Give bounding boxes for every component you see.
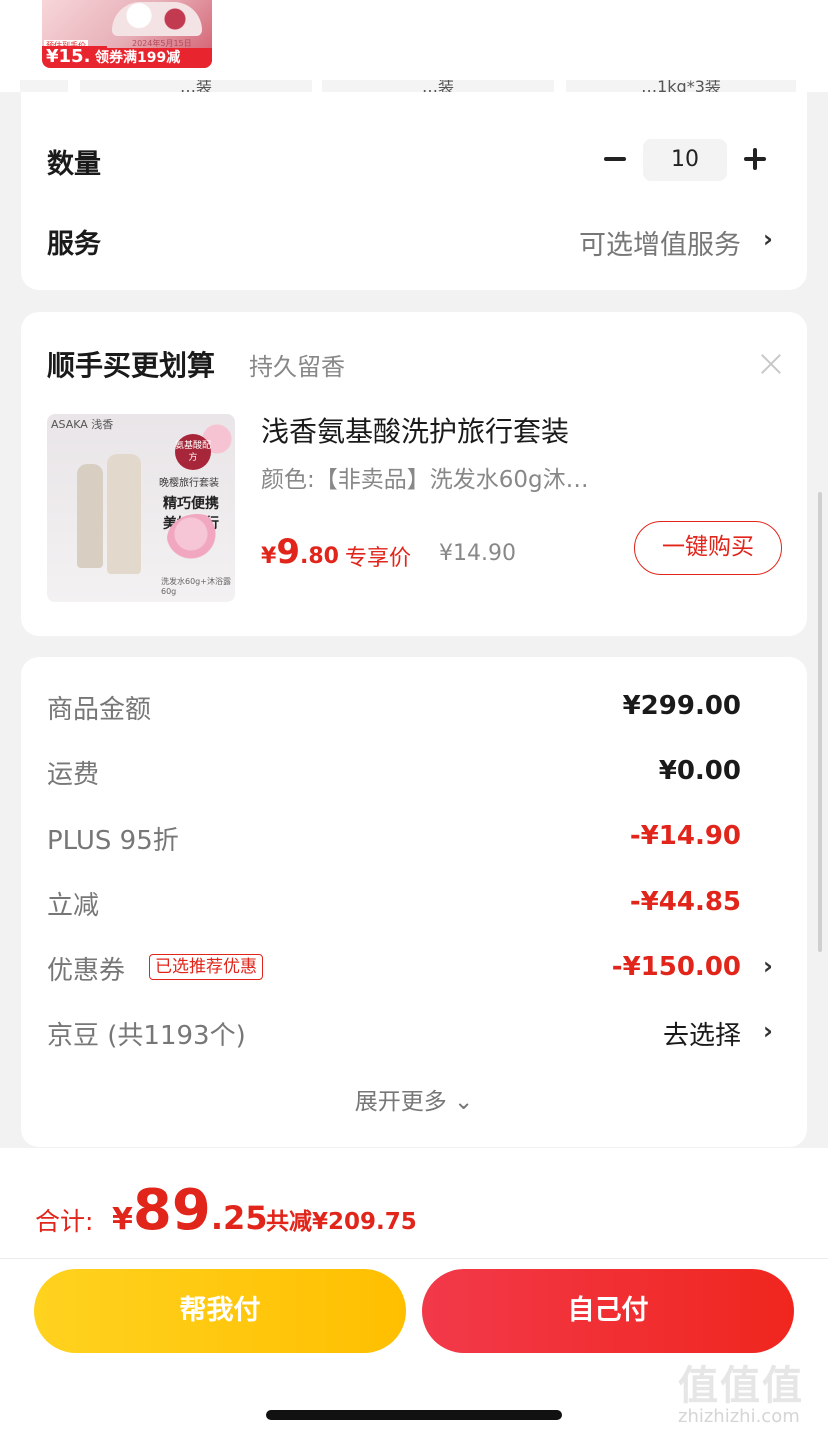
watermark-url: zhizhizhi.com [678, 1406, 800, 1427]
promo-coupon: 领券满199减100 [90, 48, 212, 68]
product-image-seal: 氨基酸配方 [175, 434, 211, 470]
total-symbol: ¥ [112, 1202, 133, 1237]
recommend-card: 顺手买更划算 持久留香 ASAKA 浅香 氨基酸配方 晚樱旅行套装 精巧便携 美… [21, 312, 807, 636]
total-price: ¥89.25 [112, 1178, 268, 1243]
chevron-right-icon[interactable]: › [763, 952, 773, 980]
fee-card: 商品金额 ¥299.00 运费 ¥0.00 PLUS 95折 -¥14.90 立… [21, 657, 807, 1147]
jd-beans-label: 京豆 (共1193个) [47, 1021, 246, 1051]
total-label: 合计: [35, 1207, 94, 1236]
chevron-right-icon[interactable]: › [763, 225, 773, 253]
product-variant: 颜色:【非卖品】洗发水60g沐… [261, 467, 589, 493]
product-tube-shape [107, 454, 141, 574]
chevron-right-icon[interactable]: › [763, 1017, 773, 1045]
checkout-bar: 合计: ¥89.25 共减¥209.75 帮我付 自己付 值值值 zhizhiz… [0, 1148, 828, 1437]
help-pay-button[interactable]: 帮我付 [34, 1269, 406, 1353]
product-image-copy1: 晚樱旅行套装 [159, 478, 219, 489]
expand-more-button[interactable]: 展开更多 ⌄ [21, 1082, 807, 1116]
shipping-label: 运费 [47, 760, 100, 790]
product-image-brand: ASAKA 浅香 [51, 418, 114, 431]
recommend-subtitle: 持久留香 [249, 353, 345, 381]
coupon-label: 优惠券 [47, 956, 126, 986]
promo-cake-image [112, 2, 202, 36]
blossom-decoration [167, 514, 227, 564]
one-click-buy-button[interactable]: 一键购买 [634, 521, 782, 575]
total-decimal: .25 [210, 1199, 268, 1237]
jd-beans-choose[interactable]: 去选择 [663, 1015, 741, 1052]
top-strip: 2024年5月15日 预估到手价 ¥15.0 领券满199减100 [0, 0, 828, 92]
product-price: ¥9.80 [261, 532, 339, 572]
close-icon[interactable] [759, 352, 783, 376]
original-price: ¥14.90 [439, 541, 516, 566]
price-symbol: ¥ [261, 544, 277, 569]
total-integer: 89 [132, 1178, 211, 1243]
minus-icon[interactable] [601, 144, 631, 174]
home-indicator[interactable] [266, 1410, 562, 1420]
plus-icon[interactable] [741, 144, 771, 174]
quantity-label: 数量 [47, 149, 101, 180]
price-decimal: .80 [299, 544, 339, 569]
scrollbar[interactable] [818, 492, 822, 952]
product-tube-shape [77, 464, 103, 568]
service-label: 服务 [47, 229, 101, 260]
goods-amount-value: ¥299.00 [622, 691, 741, 721]
plus-discount-value: -¥14.90 [629, 821, 741, 851]
plus-discount-label: PLUS 95折 [47, 826, 179, 856]
product-image-foot: 洗发水60g+沐浴露60g [161, 577, 231, 596]
watermark-logo: 值值值 [678, 1363, 804, 1409]
instant-discount-value: -¥44.85 [629, 887, 741, 917]
product-image[interactable]: ASAKA 浅香 氨基酸配方 晚樱旅行套装 精巧便携 美好出行 洗发水60g+沐… [47, 414, 235, 602]
quantity-input[interactable]: 10 [643, 139, 727, 181]
coupon-value[interactable]: -¥150.00 [612, 952, 741, 982]
shipping-value: ¥0.00 [658, 756, 741, 786]
promo-thumbnail[interactable]: 2024年5月15日 预估到手价 ¥15.0 领券满199减100 [42, 0, 212, 68]
total-saved: 共减¥209.75 [266, 1209, 417, 1235]
product-name[interactable]: 浅香氨基酸洗护旅行套装 [261, 410, 569, 450]
goods-amount-label: 商品金额 [47, 695, 152, 725]
exclusive-price-label: 专享价 [345, 546, 412, 571]
service-value[interactable]: 可选增值服务 [579, 223, 741, 262]
divider [0, 1258, 828, 1259]
self-pay-button[interactable]: 自己付 [422, 1269, 794, 1353]
recommend-title: 顺手买更划算 [47, 349, 216, 382]
options-card: 数量 10 服务 可选增值服务 › [21, 92, 807, 290]
instant-discount-label: 立减 [47, 891, 100, 921]
coupon-recommended-badge: 已选推荐优惠 [149, 954, 263, 980]
price-integer: 9 [276, 532, 300, 572]
